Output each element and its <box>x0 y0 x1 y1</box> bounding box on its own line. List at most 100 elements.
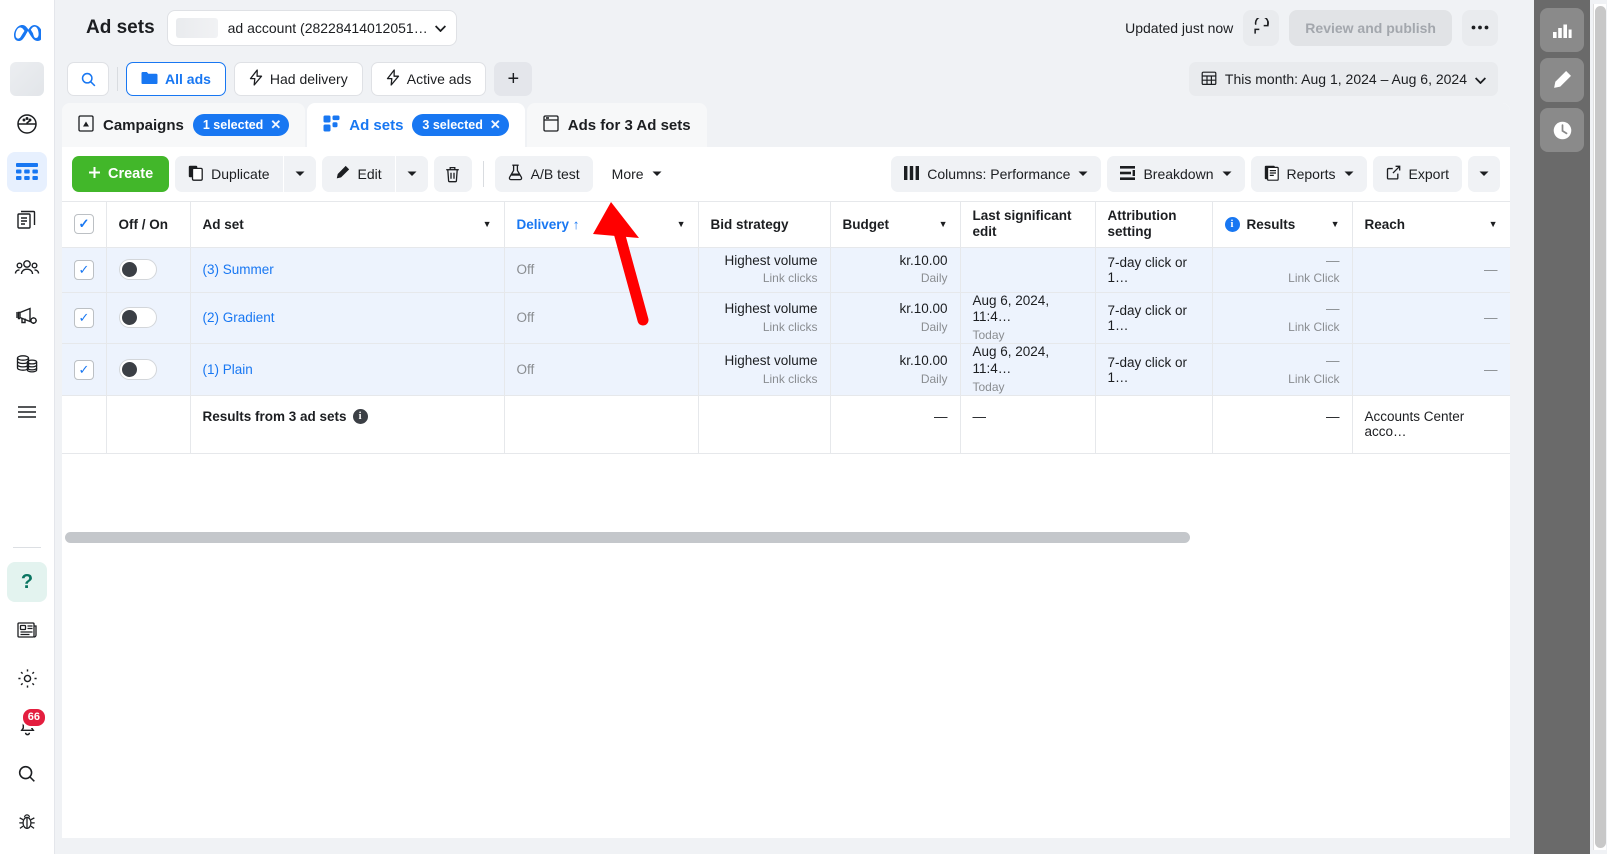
create-button[interactable]: Create <box>72 156 169 192</box>
adsets-selected-badge[interactable]: 3 selected ✕ <box>412 114 508 136</box>
row-bid-cell: Highest volume Link clicks <box>698 344 830 396</box>
row-checkbox[interactable]: ✓ <box>74 308 94 328</box>
breakdown-button[interactable]: Breakdown <box>1107 156 1244 192</box>
filter-chip-had-delivery[interactable]: Had delivery <box>234 62 363 96</box>
search-input[interactable] <box>67 62 109 96</box>
row-lastedit-cell: Aug 6, 2024, 11:4… Today <box>960 292 1095 344</box>
gear-icon[interactable] <box>7 658 47 698</box>
filter-chip-all-ads[interactable]: All ads <box>126 62 226 96</box>
campaigns-selected-badge[interactable]: 1 selected ✕ <box>193 114 289 136</box>
reach-value: — <box>1484 362 1498 377</box>
bug-icon[interactable] <box>7 802 47 842</box>
add-filter-button[interactable]: + <box>494 62 532 96</box>
summary-lastedit-cell: — <box>960 396 1095 454</box>
date-range-picker[interactable]: This month: Aug 1, 2024 – Aug 6, 2024 <box>1189 62 1498 96</box>
chevron-down-icon[interactable]: ▼ <box>1489 219 1498 229</box>
off-on-toggle[interactable] <box>119 307 157 328</box>
pencil-icon[interactable] <box>1540 58 1584 102</box>
adset-name-link[interactable]: (2) Gradient <box>203 310 275 325</box>
breakdown-icon <box>1120 166 1135 183</box>
page-scrollbar-thumb[interactable] <box>1595 6 1606 848</box>
chevron-down-icon[interactable]: ▼ <box>483 219 492 229</box>
off-on-toggle[interactable] <box>119 259 157 280</box>
page-scrollbar-track[interactable] <box>1593 4 1606 850</box>
filter-chip-label: Had delivery <box>270 71 348 87</box>
close-icon[interactable]: ✕ <box>270 117 281 133</box>
columns-icon <box>904 166 919 183</box>
columns-button[interactable]: Columns: Performance <box>891 156 1101 192</box>
tab-ads[interactable]: Ads for 3 Ad sets <box>527 103 707 147</box>
duplicate-button[interactable]: Duplicate <box>175 156 282 192</box>
row-select-cell: ✓ <box>62 344 106 396</box>
ab-test-button[interactable]: A/B test <box>495 156 593 192</box>
row-checkbox[interactable]: ✓ <box>74 260 94 280</box>
row-bid-cell: Highest volume Link clicks <box>698 247 830 292</box>
sidebar-item-ad-tools[interactable] <box>7 296 47 336</box>
horizontal-scrollbar[interactable] <box>65 532 1190 543</box>
sidebar-item-all-tools[interactable] <box>7 392 47 432</box>
account-avatar[interactable] <box>10 62 44 96</box>
budget-amount: kr.10.00 <box>843 301 948 318</box>
edit-dropdown-caret[interactable] <box>396 156 428 192</box>
bid-strategy-main: Highest volume <box>711 301 818 318</box>
news-icon[interactable] <box>7 610 47 650</box>
search-icon[interactable] <box>7 754 47 794</box>
adset-name-link[interactable]: (1) Plain <box>203 362 253 377</box>
help-icon[interactable]: ? <box>7 562 47 602</box>
meta-logo-icon[interactable] <box>9 14 45 50</box>
chevron-down-icon[interactable]: ▼ <box>939 219 948 229</box>
off-on-toggle[interactable] <box>119 359 157 380</box>
filter-divider <box>117 67 118 91</box>
chevron-down-icon[interactable]: ▼ <box>677 219 686 229</box>
row-reach-cell: — <box>1352 292 1510 344</box>
bell-icon[interactable]: 66 <box>7 706 47 746</box>
sidebar-item-audiences[interactable] <box>7 248 47 288</box>
chevron-down-icon[interactable]: ▼ <box>1331 219 1340 229</box>
table-row[interactable]: ✓ (3) Summer Off Highest volume Link cli… <box>62 247 1510 292</box>
export-button[interactable]: Export <box>1373 156 1462 192</box>
duplicate-dropdown-caret[interactable] <box>284 156 316 192</box>
sidebar-item-pages[interactable] <box>7 200 47 240</box>
edit-button[interactable]: Edit <box>322 156 395 192</box>
breakdown-label: Breakdown <box>1143 166 1213 182</box>
clock-icon[interactable] <box>1540 108 1584 152</box>
tab-label: Ads for 3 Ad sets <box>568 117 691 134</box>
close-icon[interactable]: ✕ <box>490 117 501 133</box>
delete-button[interactable] <box>434 156 472 192</box>
row-results-cell: — Link Click <box>1212 247 1352 292</box>
table-row[interactable]: ✓ (1) Plain Off Highest volume Link clic… <box>62 344 1510 396</box>
row-results-cell: — Link Click <box>1212 344 1352 396</box>
reports-button[interactable]: Reports <box>1251 156 1367 192</box>
results-type: Link Click <box>1225 320 1340 335</box>
select-all-header: ✓ <box>62 202 106 247</box>
sidebar-item-dashboard[interactable] <box>7 104 47 144</box>
col-label: Budget <box>843 217 933 232</box>
bolt-icon <box>249 69 263 89</box>
more-options-icon[interactable] <box>1462 10 1498 46</box>
sidebar-item-data-sources[interactable] <box>7 344 47 384</box>
review-and-publish-button[interactable]: Review and publish <box>1289 10 1452 46</box>
summary-attribution-cell <box>1095 396 1212 454</box>
ad-account-selector[interactable]: ad account (28228414012051… <box>167 10 457 46</box>
tab-adsets[interactable]: Ad sets 3 selected ✕ <box>307 103 525 147</box>
filter-chip-active-ads[interactable]: Active ads <box>371 62 487 96</box>
adsets-table-container[interactable]: ✓ Off / On Ad set ▼ Delivery ↑ ▼ <box>62 201 1510 545</box>
info-icon[interactable]: i <box>1225 217 1240 232</box>
more-button[interactable]: More <box>599 156 675 192</box>
col-label: Delivery ↑ <box>517 217 671 232</box>
bid-strategy-sub: Link clicks <box>711 372 818 387</box>
refresh-icon[interactable] <box>1243 10 1279 46</box>
col-header-budget: Budget ▼ <box>830 202 960 247</box>
select-all-checkbox[interactable]: ✓ <box>74 214 94 234</box>
row-checkbox[interactable]: ✓ <box>74 360 94 380</box>
adset-name-link[interactable]: (3) Summer <box>203 262 274 277</box>
info-icon[interactable]: i <box>353 409 368 424</box>
tab-label: Ad sets <box>349 117 403 134</box>
table-summary-row: Results from 3 ad sets i — — — Accounts … <box>62 396 1510 454</box>
sidebar-item-campaigns[interactable] <box>7 152 47 192</box>
toolbar-overflow-caret[interactable] <box>1468 156 1500 192</box>
chart-bars-icon[interactable] <box>1540 8 1584 52</box>
right-tool-rail <box>1534 0 1590 854</box>
table-row[interactable]: ✓ (2) Gradient Off Highest volume Link c… <box>62 292 1510 344</box>
tab-campaigns[interactable]: Campaigns 1 selected ✕ <box>62 103 305 147</box>
